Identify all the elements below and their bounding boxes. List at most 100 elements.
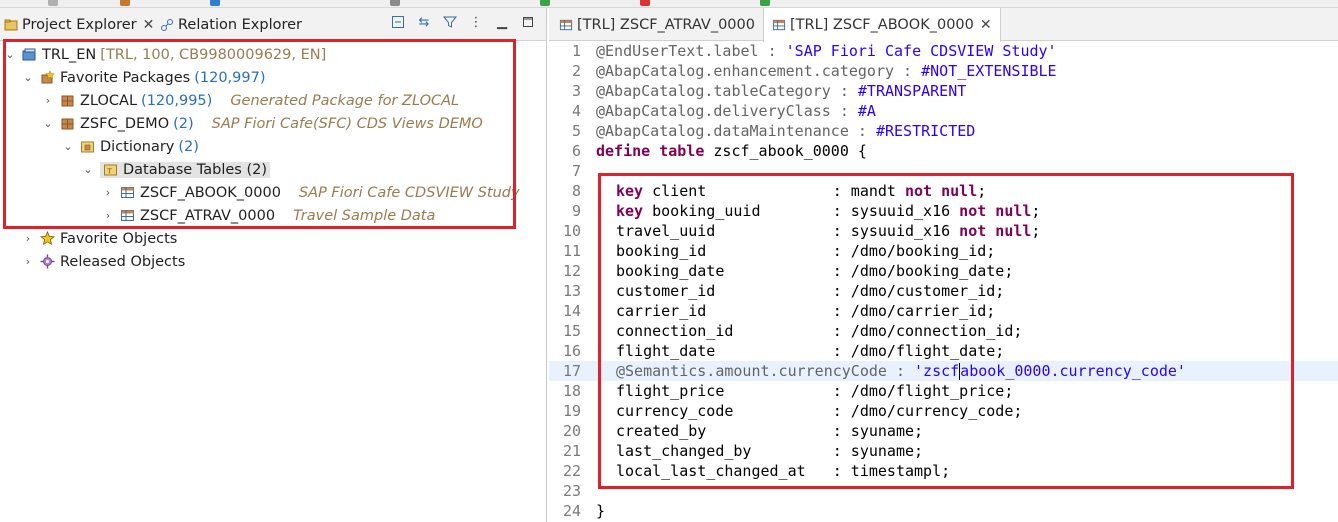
line-number: 24 [562, 502, 581, 520]
code-line: 2 @AbapCatalog.enhancement.category : #N… [549, 61, 1338, 81]
database-tables-folder-icon: T [103, 162, 118, 177]
tab-relation-explorer[interactable]: Relation Explorer [160, 14, 302, 36]
code-text: last_changed_by : syuname; [616, 442, 924, 460]
item-count: (2) [173, 115, 194, 132]
item-description: SAP Fiori Cafe(SFC) CDS Views DEMO [211, 115, 483, 132]
code-line: 24 } [549, 501, 1338, 521]
annotation-text: @AbapCatalog.deliveryClass : [596, 102, 858, 120]
line-number: 16 [562, 342, 581, 360]
line-number: 13 [562, 282, 581, 300]
tree-item-zsfc-demo[interactable]: ⌄ ZSFC_DEMO (2) SAP Fiori Cafe(SFC) CDS … [42, 112, 483, 135]
line-number: 10 [562, 222, 581, 240]
view-tab-bar: Project Explorer ✕ Relation Explorer ⇆ ⋮… [0, 8, 546, 41]
code-line: 4 @AbapCatalog.deliveryClass : #A [549, 101, 1338, 121]
table-icon [772, 18, 786, 32]
code-text: booking_date : /dmo/booking_date; [616, 262, 1014, 280]
toolbar-icon[interactable] [640, 0, 650, 6]
line-number: 18 [562, 382, 581, 400]
code-line: 16 flight_date : /dmo/flight_date; [549, 341, 1338, 361]
tree-item-label: TRL_EN [42, 46, 97, 63]
tab-zscf-abook[interactable]: [TRL] ZSCF_ABOOK_0000 ✕ [763, 8, 1001, 42]
tree-item-dictionary[interactable]: ⌄ Dictionary (2) [62, 135, 199, 158]
code-line: 1 @EndUserText.label : 'SAP Fiori Cafe C… [549, 41, 1338, 61]
code-line: 20 created_by : syuname; [549, 421, 1338, 441]
tree-item-favorite-packages[interactable]: ⌄ Favorite Packages (120,997) [22, 66, 265, 89]
code-line: 11 booking_id : /dmo/booking_id; [549, 241, 1338, 261]
annotation-text: @AbapCatalog.enhancement.category : [596, 62, 922, 80]
chevron-down-icon[interactable]: ⌄ [62, 140, 74, 153]
toolbar-icon[interactable] [540, 0, 550, 6]
code-line: 22 local_last_changed_at : timestampl; [549, 461, 1338, 481]
collapse-all-icon[interactable] [390, 14, 406, 30]
chevron-down-icon[interactable]: ⌄ [22, 71, 34, 84]
chevron-right-icon[interactable]: › [102, 186, 114, 199]
star-icon [39, 230, 56, 246]
tree-item-zscf-atrav[interactable]: › ZSCF_ATRAV_0000 Travel Sample Data [102, 204, 436, 227]
line-number: 2 [571, 62, 581, 80]
close-icon[interactable]: ✕ [143, 17, 155, 33]
tree-item-zscf-abook[interactable]: › ZSCF_ABOOK_0000 SAP Fiori Cafe CDSVIEW… [102, 181, 520, 204]
filter-icon[interactable] [442, 14, 458, 30]
string-literal: abook_0000.currency_code' [960, 362, 1186, 380]
chevron-down-icon[interactable]: ⌄ [42, 117, 54, 130]
project-explorer-view: Project Explorer ✕ Relation Explorer ⇆ ⋮… [0, 8, 547, 522]
tree-item-released-objects[interactable]: › Released Objects [22, 250, 185, 273]
chevron-down-icon[interactable]: ⌄ [82, 163, 94, 176]
item-description: SAP Fiori Cafe CDSVIEW Study [298, 184, 520, 201]
favorite-packages-icon [40, 70, 55, 85]
tab-zscf-atrav[interactable]: [TRL] ZSCF_ATRAV_0000 [551, 8, 763, 41]
tree-item-label: Dictionary [100, 138, 175, 155]
code-line: 14 carrier_id : /dmo/carrier_id; [549, 301, 1338, 321]
line-number: 12 [562, 262, 581, 280]
code-text: travel_uuid : sysuuid_x16 [616, 222, 960, 240]
toolbar-icon[interactable] [210, 0, 220, 6]
maximize-icon[interactable] [520, 14, 536, 30]
code-line-current: 17 @Semantics.amount.currencyCode : 'zsc… [549, 361, 1338, 381]
link-with-editor-icon[interactable]: ⇆ [416, 14, 432, 30]
code-line: 9 key booking_uuid : sysuuid_x16 not nul… [549, 201, 1338, 221]
toolbar-icon[interactable] [390, 0, 400, 6]
chevron-right-icon[interactable]: › [22, 255, 34, 268]
tree-item-database-tables[interactable]: ⌄ T Database Tables (2) [82, 158, 270, 181]
code-line: 21 last_changed_by : syuname; [549, 441, 1338, 461]
chevron-right-icon[interactable]: › [22, 232, 34, 245]
code-line: 5 @AbapCatalog.dataMaintenance : #RESTRI… [549, 121, 1338, 141]
code-line: 18 flight_price : /dmo/flight_price; [549, 381, 1338, 401]
line-number: 11 [562, 242, 581, 260]
table-icon [559, 18, 573, 32]
line-number: 8 [571, 182, 581, 200]
line-number: 1 [571, 42, 581, 60]
code-line: 15 connection_id : /dmo/connection_id; [549, 321, 1338, 341]
code-line: 8 key client : mandt not null; [549, 181, 1338, 201]
chevron-right-icon[interactable]: › [102, 209, 114, 222]
annotation-value: #RESTRICTED [875, 122, 976, 140]
code-line: 13 customer_id : /dmo/customer_id; [549, 281, 1338, 301]
view-menu-icon[interactable]: ⋮ [468, 14, 484, 30]
tab-project-explorer[interactable]: Project Explorer ✕ [4, 14, 154, 36]
tree-item-trl-en[interactable]: ⌄ TRL_EN [TRL, 100, CB9980009629, EN] [4, 43, 326, 66]
toolbar-icon[interactable] [760, 0, 770, 6]
toolbar-icon[interactable] [120, 0, 130, 6]
chevron-down-icon[interactable]: ⌄ [4, 48, 16, 61]
keyword: not null [959, 202, 1032, 220]
tree-item-favorite-objects[interactable]: › Favorite Objects [22, 227, 178, 250]
code-line: 12 booking_date : /dmo/booking_date; [549, 261, 1338, 281]
project-meta: [TRL, 100, CB9980009629, EN] [100, 46, 327, 63]
annotation-value: #TRANSPARENT [857, 82, 967, 100]
close-icon[interactable]: ✕ [980, 17, 992, 33]
minimize-icon[interactable]: ▁ [494, 14, 510, 30]
keyword: define [596, 142, 651, 160]
code-text: connection_id : /dmo/connection_id; [616, 322, 1023, 340]
annotation-text: @AbapCatalog.dataMaintenance : [596, 122, 876, 140]
line-number: 19 [562, 402, 581, 420]
tree-item-zlocal[interactable]: › ZLOCAL (120,995) Generated Package for… [42, 89, 459, 112]
code-text: currency_code : /dmo/currency_code; [616, 402, 1023, 420]
svg-text:T: T [107, 168, 113, 176]
code-text: booking_id : /dmo/booking_id; [616, 242, 996, 260]
string-literal: 'SAP Fiori Cafe CDSVIEW Study' [785, 42, 1057, 60]
toolbar-icon[interactable] [48, 0, 58, 6]
chevron-right-icon[interactable]: › [42, 94, 54, 107]
line-number: 20 [562, 422, 581, 440]
relation-icon [160, 18, 174, 32]
table-icon [120, 208, 135, 223]
